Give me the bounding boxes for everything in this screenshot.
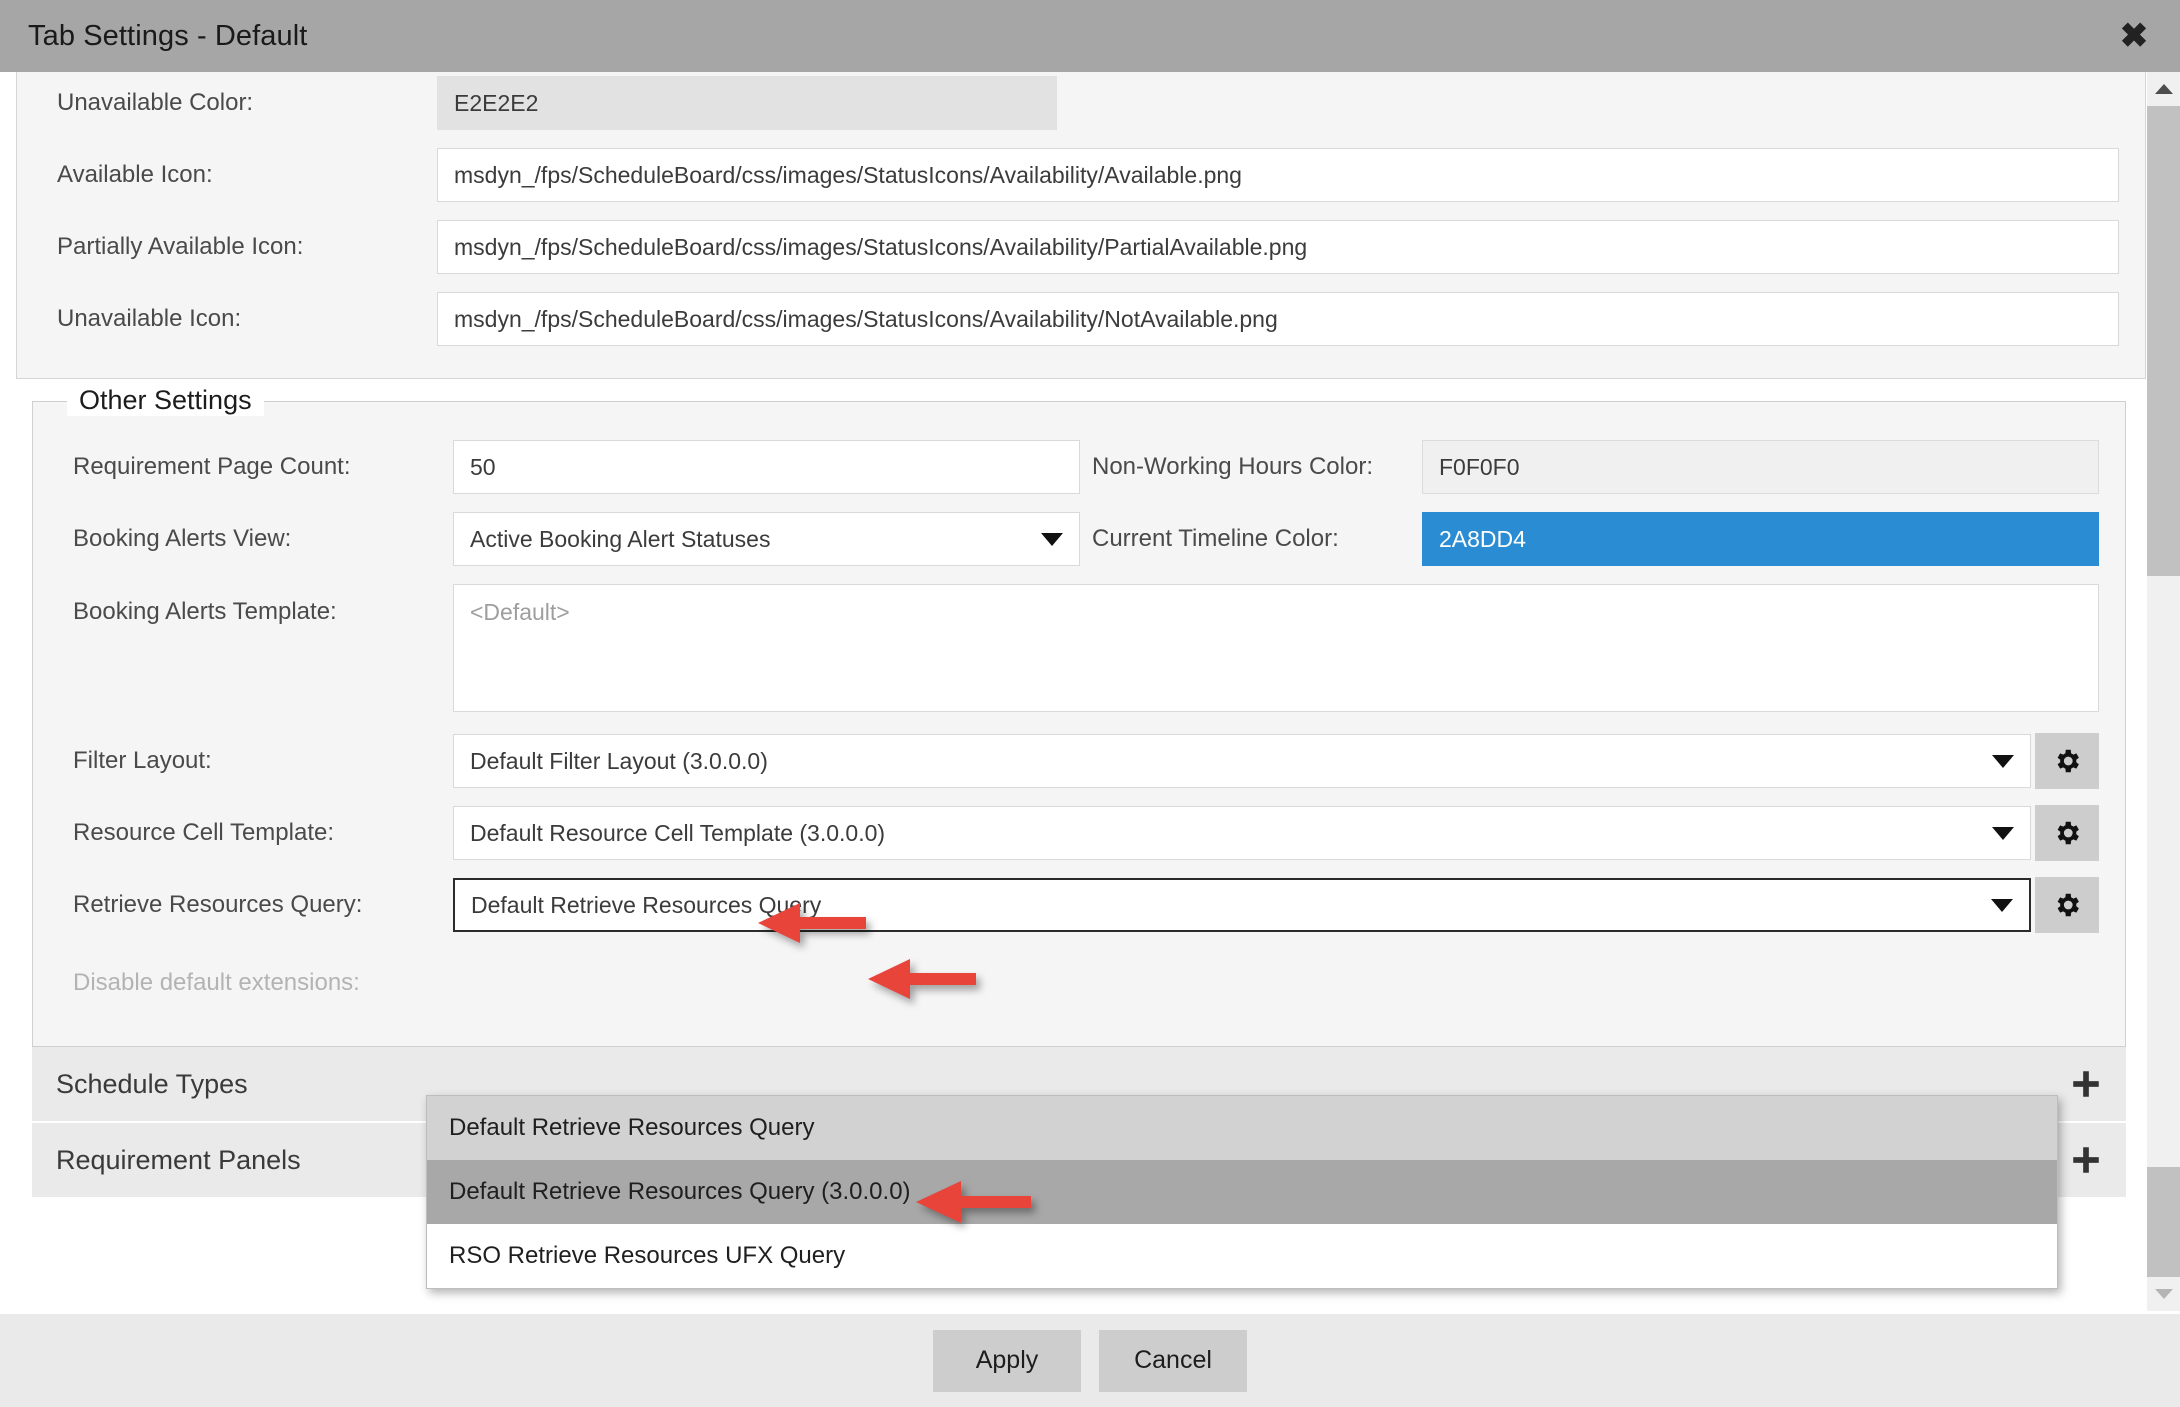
unavailable-icon-input[interactable]: msdyn_/fps/ScheduleBoard/css/images/Stat… <box>437 292 2119 346</box>
current-timeline-color-swatch[interactable]: 2A8DD4 <box>1422 512 2099 566</box>
label-available-icon: Available Icon: <box>57 161 213 188</box>
label-retrieve-resources-query: Retrieve Resources Query: <box>73 891 363 918</box>
chevron-down-icon <box>1991 898 2013 912</box>
plus-icon[interactable] <box>2046 1122 2126 1198</box>
row-disable-default-extensions: Disable default extensions: <box>33 946 2125 1020</box>
filter-layout-select[interactable]: Default Filter Layout (3.0.0.0) <box>453 734 2031 788</box>
row-unavailable-color: Unavailable Color: E2E2E2 <box>17 72 2145 134</box>
available-icon-input[interactable]: msdyn_/fps/ScheduleBoard/css/images/Stat… <box>437 148 2119 202</box>
label-non-working-hours-color: Non-Working Hours Color: <box>1092 453 1373 480</box>
resource-cell-template-value: Default Resource Cell Template (3.0.0.0) <box>470 819 886 846</box>
booking-alerts-view-select[interactable]: Active Booking Alert Statuses <box>453 512 1080 566</box>
dropdown-option[interactable]: RSO Retrieve Resources UFX Query <box>427 1224 2057 1288</box>
other-settings-legend: Other Settings <box>67 385 264 416</box>
retrieve-resources-query-dropdown[interactable]: Default Retrieve Resources Query Default… <box>426 1095 2058 1289</box>
label-filter-layout: Filter Layout: <box>73 747 212 774</box>
row-available-icon: Available Icon: msdyn_/fps/ScheduleBoard… <box>17 144 2145 206</box>
label-unavailable-icon: Unavailable Icon: <box>57 305 242 332</box>
row-booking-alerts-template: Booking Alerts Template: <Default> <box>33 580 2125 720</box>
chevron-down-icon <box>1041 532 1063 546</box>
dialog-title: Tab Settings - Default <box>28 19 308 52</box>
label-resource-cell-template: Resource Cell Template: <box>73 819 335 846</box>
plus-icon[interactable] <box>2046 1046 2126 1122</box>
scrollbar-thumb-lower[interactable] <box>2147 1167 2180 1277</box>
dialog-body: Unavailable Color: E2E2E2 Available Icon… <box>0 72 2180 1311</box>
label-unavailable-color: Unavailable Color: <box>57 89 254 116</box>
chevron-down-icon <box>1992 826 2014 840</box>
row-retrieve-resources-query: Retrieve Resources Query: Default Retrie… <box>33 874 2125 936</box>
label-requirement-page-count: Requirement Page Count: <box>73 453 351 480</box>
availability-settings-panel: Unavailable Color: E2E2E2 Available Icon… <box>16 72 2146 379</box>
partially-available-icon-input[interactable]: msdyn_/fps/ScheduleBoard/css/images/Stat… <box>437 220 2119 274</box>
scroll-up-icon[interactable] <box>2147 72 2180 106</box>
cancel-button[interactable]: Cancel <box>1099 1329 1247 1392</box>
dropdown-option[interactable]: Default Retrieve Resources Query <box>427 1096 2057 1160</box>
other-settings-fieldset: Other Settings Requirement Page Count: 5… <box>32 385 2126 1047</box>
close-icon[interactable]: ✖ <box>2112 14 2156 58</box>
vertical-scrollbar[interactable] <box>2146 72 2180 1311</box>
row-resource-cell-template: Resource Cell Template: Default Resource… <box>33 802 2125 864</box>
booking-alerts-template-input[interactable]: <Default> <box>453 584 2099 712</box>
scroll-down-icon[interactable] <box>2147 1277 2180 1311</box>
filter-layout-value: Default Filter Layout (3.0.0.0) <box>470 747 768 774</box>
settings-scroll-area: Unavailable Color: E2E2E2 Available Icon… <box>0 72 2146 1311</box>
unavailable-color-swatch[interactable]: E2E2E2 <box>437 76 1057 130</box>
label-partially-available-icon: Partially Available Icon: <box>57 233 304 260</box>
label-booking-alerts-view: Booking Alerts View: <box>73 525 292 552</box>
label-booking-alerts-template: Booking Alerts Template: <box>73 598 337 625</box>
row-page-count-and-nonworking-color: Requirement Page Count: 50 Non-Working H… <box>33 436 2125 498</box>
label-disable-default-extensions: Disable default extensions: <box>73 969 360 996</box>
retrieve-resources-query-gear-icon[interactable] <box>2035 877 2099 933</box>
chevron-down-icon <box>1992 754 2014 768</box>
requirement-page-count-input[interactable]: 50 <box>453 440 1080 494</box>
booking-alerts-view-value: Active Booking Alert Statuses <box>470 525 771 552</box>
row-partially-available-icon: Partially Available Icon: msdyn_/fps/Sch… <box>17 216 2145 278</box>
resource-cell-template-select[interactable]: Default Resource Cell Template (3.0.0.0) <box>453 806 2031 860</box>
row-unavailable-icon: Unavailable Icon: msdyn_/fps/ScheduleBoa… <box>17 288 2145 350</box>
row-filter-layout: Filter Layout: Default Filter Layout (3.… <box>33 730 2125 792</box>
filter-layout-gear-icon[interactable] <box>2035 733 2099 789</box>
apply-button[interactable]: Apply <box>933 1329 1081 1392</box>
label-current-timeline-color: Current Timeline Color: <box>1092 525 1339 552</box>
row-alerts-view-and-timeline-color: Booking Alerts View: Active Booking Aler… <box>33 508 2125 570</box>
dialog-footer: Apply Cancel <box>0 1311 2180 1407</box>
tab-settings-dialog: Tab Settings - Default ✖ Unavailable Col… <box>0 0 2180 1407</box>
dropdown-option[interactable]: Default Retrieve Resources Query (3.0.0.… <box>427 1160 2057 1224</box>
non-working-hours-color-swatch[interactable]: F0F0F0 <box>1422 440 2099 494</box>
dialog-titlebar: Tab Settings - Default ✖ <box>0 0 2180 72</box>
resource-cell-template-gear-icon[interactable] <box>2035 805 2099 861</box>
retrieve-resources-query-value: Default Retrieve Resources Query <box>471 891 822 918</box>
retrieve-resources-query-select[interactable]: Default Retrieve Resources Query <box>453 878 2031 932</box>
scrollbar-track[interactable] <box>2147 106 2180 1277</box>
scrollbar-thumb[interactable] <box>2147 106 2180 576</box>
